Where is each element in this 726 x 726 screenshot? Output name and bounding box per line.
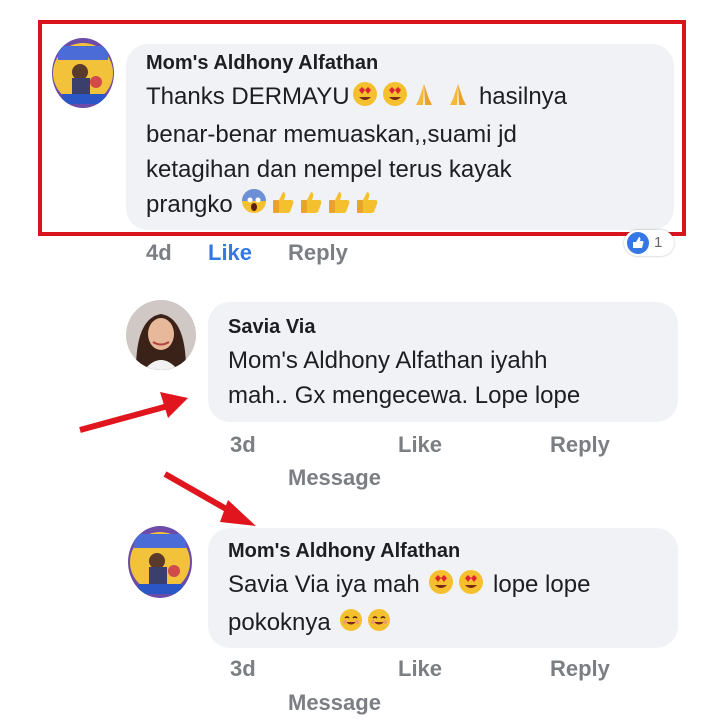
like-reaction-icon <box>627 232 649 254</box>
comment-text-line: Savia Via iya mah <box>228 571 420 598</box>
reply-bubble: Savia Via Mom's Aldhony Alfathan iyahh m… <box>208 302 678 422</box>
comment-time[interactable]: 4d <box>146 240 172 266</box>
reply-button[interactable]: Reply <box>550 432 610 458</box>
like-button[interactable]: Like <box>398 432 442 458</box>
reaction-badge[interactable]: 1 <box>624 230 674 256</box>
like-button[interactable]: Like <box>398 656 442 682</box>
comment-time[interactable]: 3d <box>230 432 256 458</box>
comment-text-line: mah.. Gx mengecewa. Lope lope <box>228 382 581 409</box>
comment-text: Savia Via iya mah lope lope pokoknya <box>228 567 678 643</box>
reply-bubble: Mom's Aldhony Alfathan Savia Via iya mah… <box>208 528 678 648</box>
arrow-icon <box>163 471 256 526</box>
comment-time[interactable]: 3d <box>230 656 256 682</box>
heart-eyes-icon <box>457 569 485 605</box>
arrow-icon <box>79 392 188 433</box>
avatar[interactable] <box>128 526 192 598</box>
comment-author[interactable]: Savia Via <box>228 316 678 339</box>
comment-text-line: lope lope <box>493 571 591 598</box>
message-button[interactable]: Message <box>288 690 381 716</box>
like-button[interactable]: Like <box>208 240 252 266</box>
reply-button[interactable]: Reply <box>550 656 610 682</box>
smiling-face-icon <box>338 607 364 643</box>
comment-text-line: pokoknya <box>228 609 331 636</box>
comment-author[interactable]: Mom's Aldhony Alfathan <box>228 540 678 563</box>
comment-text: Mom's Aldhony Alfathan iyahh mah.. Gx me… <box>228 343 678 413</box>
highlight-box <box>38 20 686 236</box>
reaction-count: 1 <box>654 234 663 251</box>
avatar[interactable] <box>126 300 196 370</box>
message-button[interactable]: Message <box>288 465 381 491</box>
reply-button[interactable]: Reply <box>288 240 348 266</box>
smiling-face-icon <box>366 607 392 643</box>
heart-eyes-icon <box>427 569 455 605</box>
comment-text-line: Mom's Aldhony Alfathan iyahh <box>228 347 548 374</box>
